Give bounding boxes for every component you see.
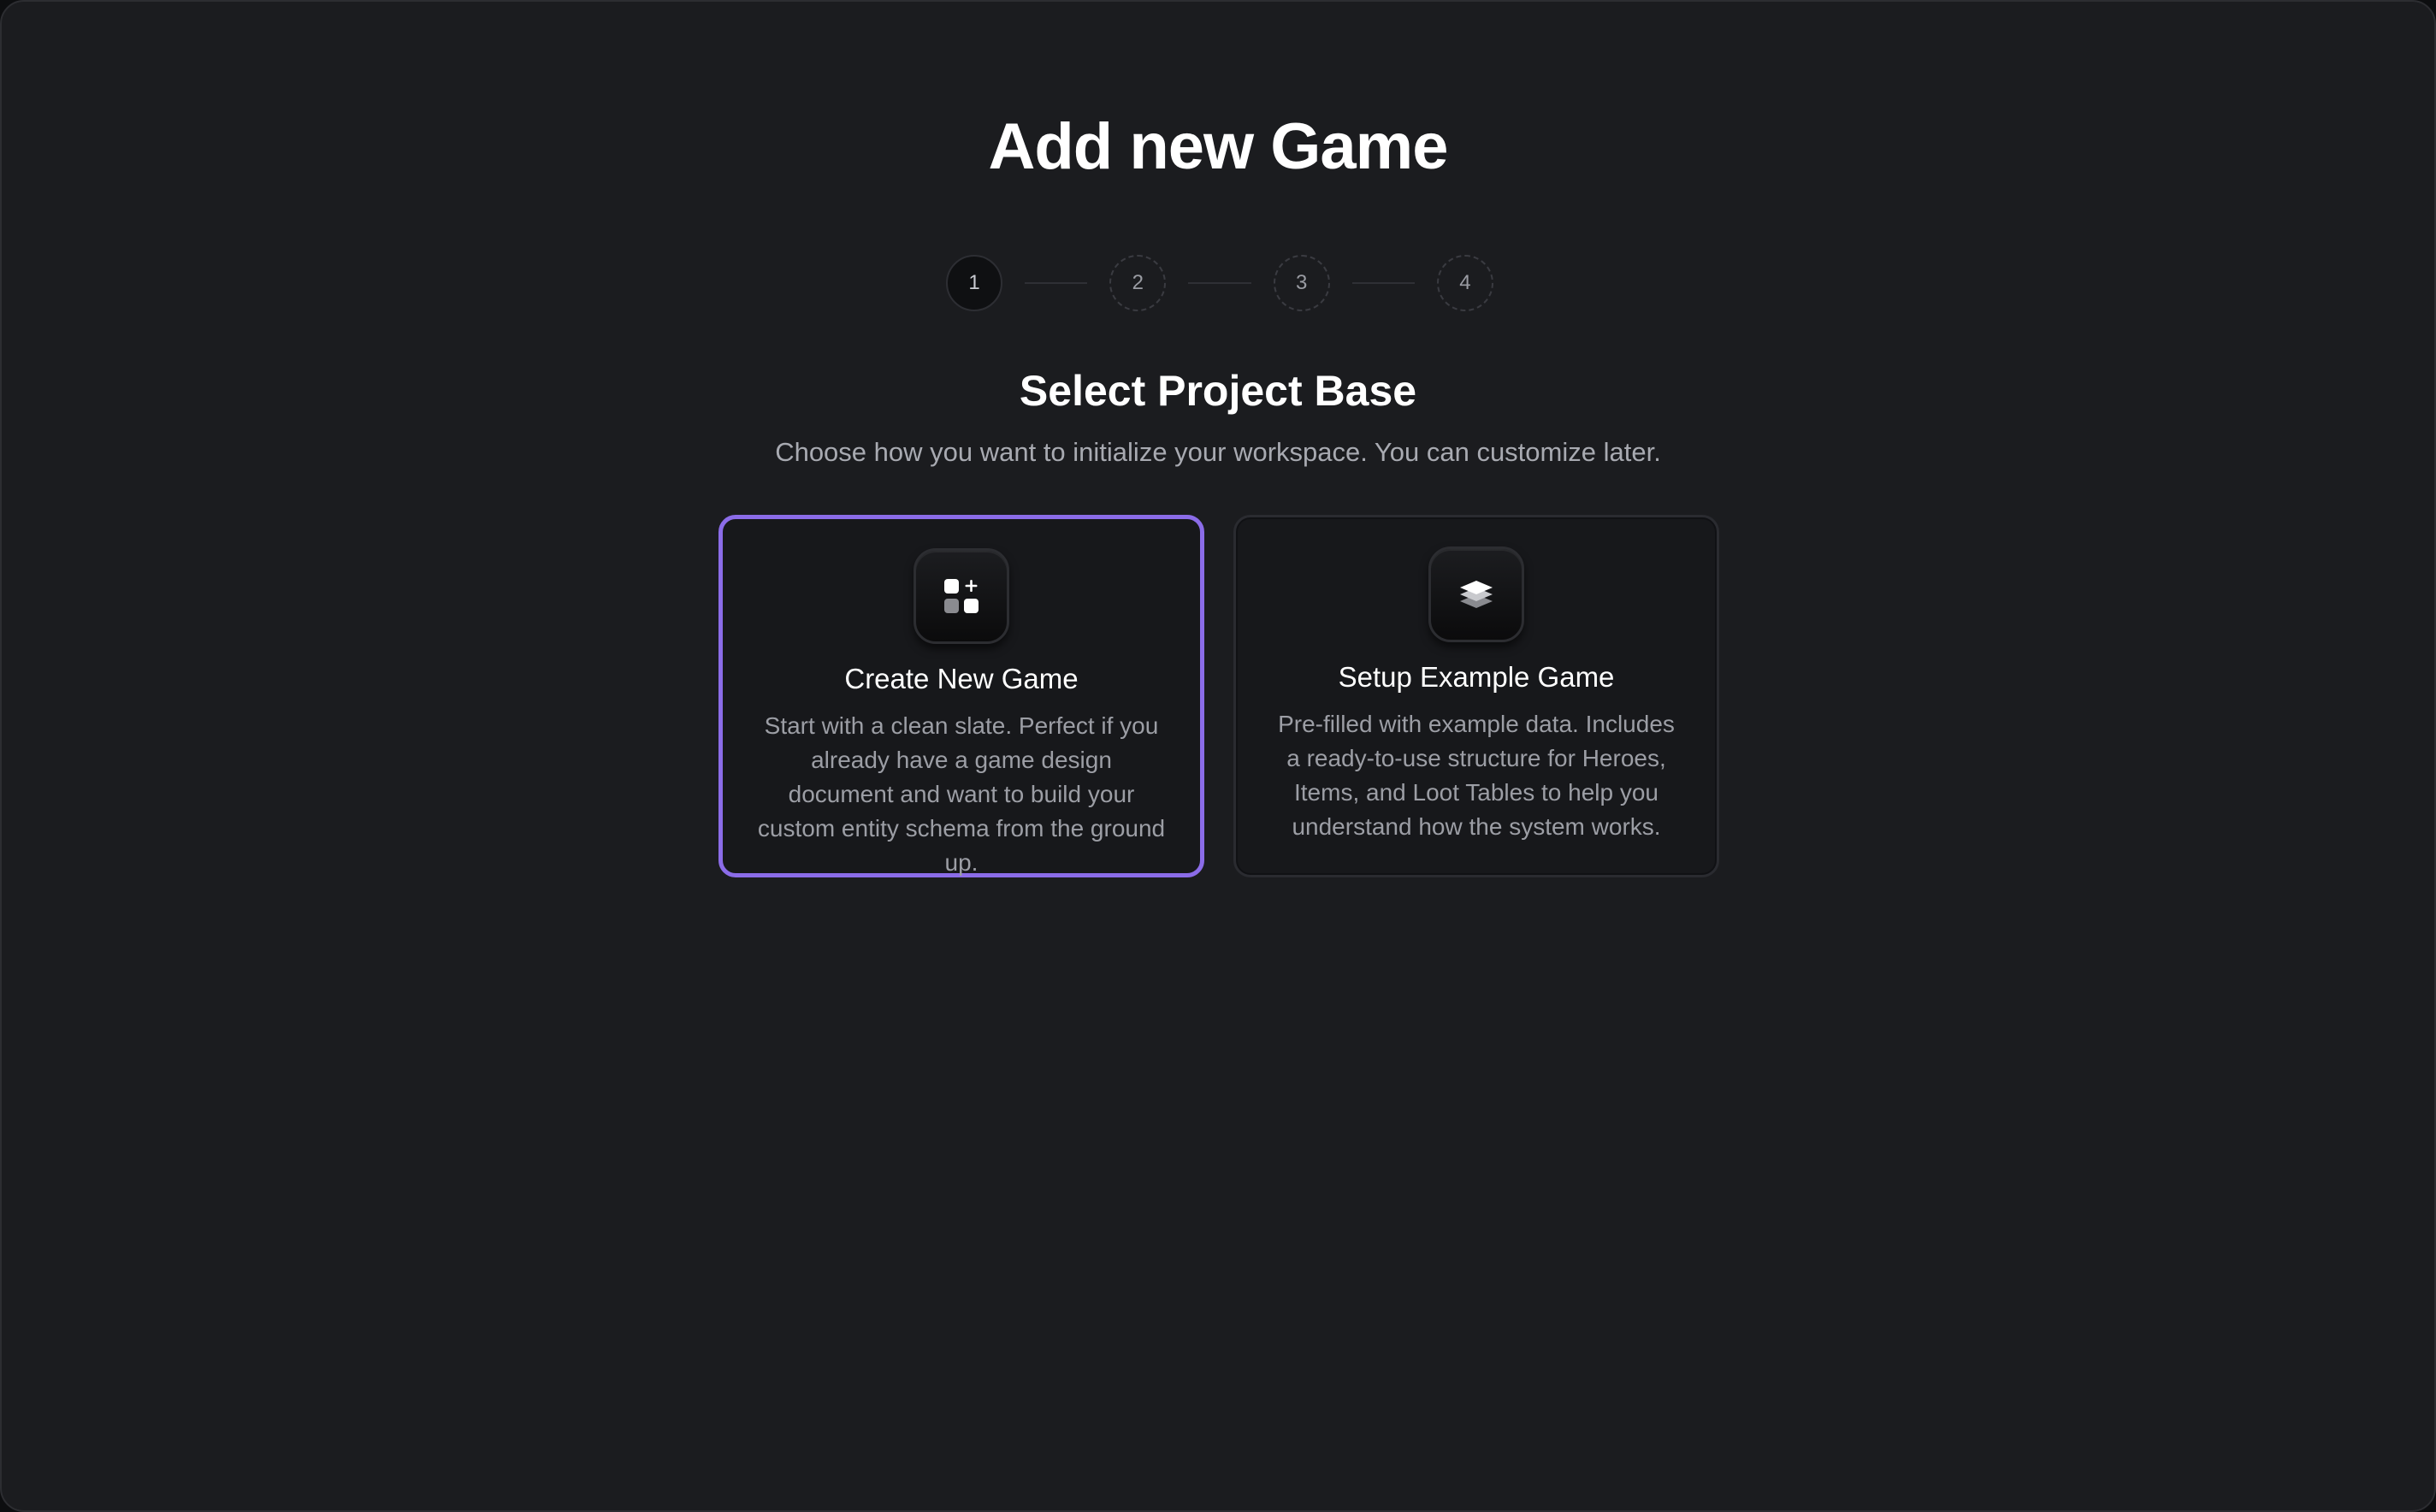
card-description: Pre-filled with example data. Includes a… <box>1278 711 1675 840</box>
step-2[interactable]: 2 <box>1109 255 1167 311</box>
app-window: Add new Game 1 2 3 4 Select Project Base… <box>0 0 2436 1512</box>
page-title: Add new Game <box>988 110 1449 183</box>
create-new-game-card[interactable]: Create New Game Start with a clean slate… <box>718 515 1204 877</box>
section-title: Select Project Base <box>1019 367 1417 415</box>
stepper: 1 2 3 4 <box>946 255 1493 311</box>
step-3[interactable]: 3 <box>1273 255 1330 311</box>
step-1[interactable]: 1 <box>946 255 1002 311</box>
step-4[interactable]: 4 <box>1436 255 1493 311</box>
step-connector <box>1188 282 1251 284</box>
layers-icon <box>1428 546 1524 642</box>
section-subtitle: Choose how you want to initialize your w… <box>775 437 1661 467</box>
apps-add-icon <box>914 548 1009 644</box>
card-title: Setup Example Game <box>1338 661 1615 693</box>
card-title: Create New Game <box>844 663 1079 694</box>
card-description: Start with a clean slate. Perfect if you… <box>757 712 1166 876</box>
step-connector <box>1025 282 1088 284</box>
step-connector <box>1351 282 1415 284</box>
setup-example-game-card[interactable]: Setup Example Game Pre-filled with examp… <box>1233 515 1719 877</box>
